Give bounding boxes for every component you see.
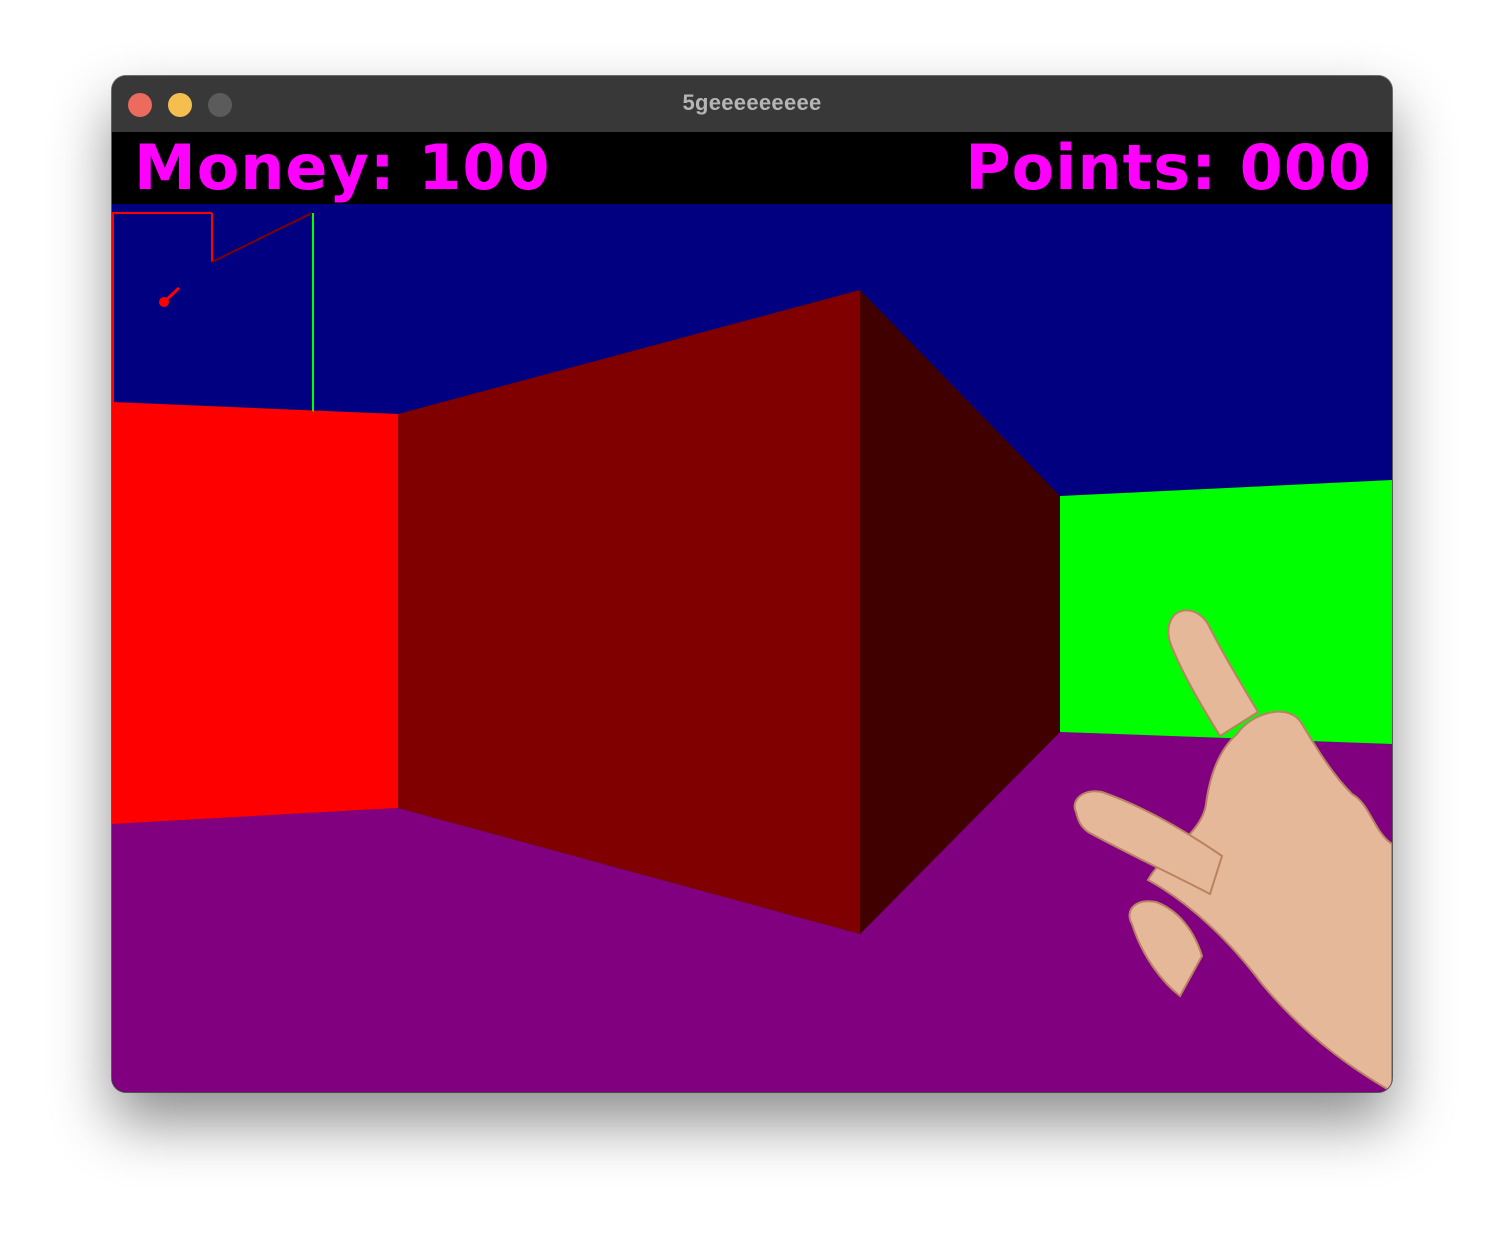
hud-bar: Money: 100 Points: 000 (112, 132, 1392, 204)
points-counter: Points: 000 (965, 132, 1372, 204)
game-window: 5geeeeeeeee Money: 100 Points: 000 (112, 76, 1392, 1092)
window-title: 5geeeeeeeee (682, 90, 822, 115)
scene-canvas[interactable] (112, 204, 1392, 1092)
game-viewport[interactable]: Money: 100 Points: 000 (112, 132, 1392, 1092)
title-bar[interactable]: 5geeeeeeeee (112, 76, 1392, 133)
money-counter: Money: 100 (134, 132, 551, 204)
left-red-wall (112, 402, 398, 824)
